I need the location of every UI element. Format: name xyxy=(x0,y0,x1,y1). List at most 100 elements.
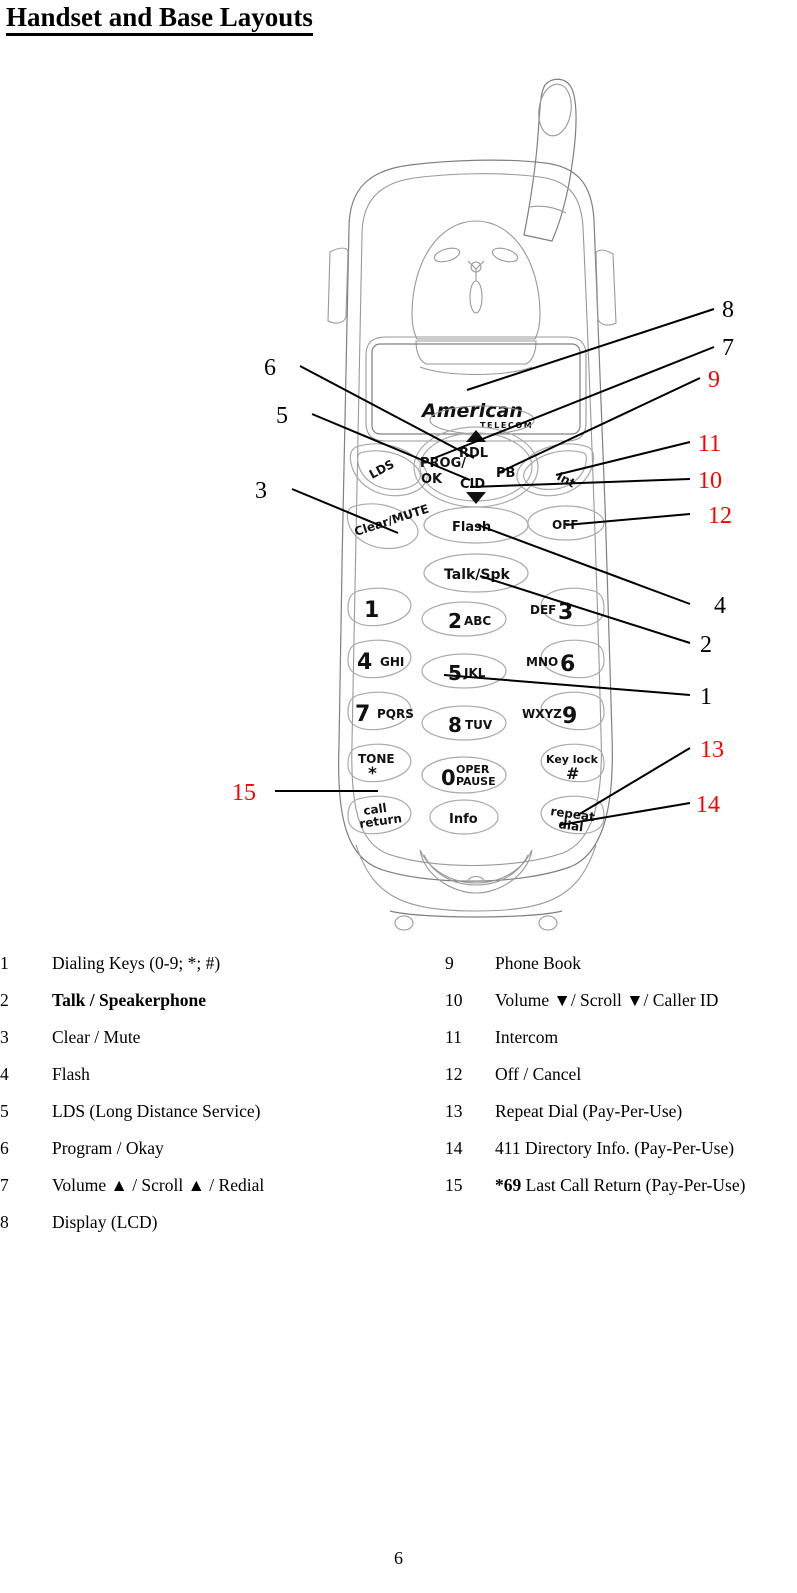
brand-name: American xyxy=(420,400,523,422)
legend-label: Program / Okay xyxy=(52,1138,164,1158)
key-4-digit: 4 xyxy=(357,650,372,675)
legend-row: 5 LDS (Long Distance Service) xyxy=(0,1101,430,1140)
button-cid-label: CID xyxy=(460,477,485,492)
button-lds: LDS xyxy=(349,443,428,497)
legend-label: Off / Cancel xyxy=(495,1064,582,1084)
legend-row: 2 Talk / Speakerphone xyxy=(0,990,430,1029)
key-1: 1 xyxy=(347,587,412,627)
key-0: 0 OPER PAUSE xyxy=(421,756,507,794)
button-talk-spk-label: Talk/Spk xyxy=(444,567,511,583)
button-info: Info xyxy=(429,799,499,835)
legend-label: Repeat Dial (Pay-Per-Use) xyxy=(495,1101,683,1121)
legend-row: 3 Clear / Mute xyxy=(0,1027,430,1066)
legend-label: Phone Book xyxy=(495,953,582,973)
page-number: 6 xyxy=(394,1548,403,1568)
key-5: 5 JKL xyxy=(421,653,507,689)
legend-column-right: 9 Phone Book 10 Volume ▼/ Scroll ▼/ Caller … xyxy=(440,953,797,1214)
brand-logo: American TELECOM xyxy=(420,400,535,435)
key-hash: Key lock # xyxy=(540,743,605,783)
callout-14: 14 xyxy=(696,792,720,818)
legend-number: 15 xyxy=(445,1175,463,1195)
scroll-down-arrow-icon xyxy=(466,492,486,504)
callout-8: 8 xyxy=(722,297,734,323)
leader-12 xyxy=(565,513,691,526)
legend-number: 4 xyxy=(0,1064,9,1084)
key-0-digit: 0 xyxy=(441,766,456,790)
microphone-grille xyxy=(419,849,533,894)
legend-label: Volume ▼/ Scroll ▼/ Caller ID xyxy=(495,990,719,1010)
legend-row: 9 Phone Book xyxy=(440,953,797,992)
leader-8 xyxy=(466,308,715,391)
legend-number: 8 xyxy=(0,1212,9,1232)
speaker-trefoil-icon xyxy=(433,247,519,314)
legend-number: 14 xyxy=(445,1138,463,1158)
key-7: 7 PQRS xyxy=(347,691,414,731)
button-clear-mute: Clear/MUTE xyxy=(346,502,431,550)
legend-number: 12 xyxy=(445,1064,463,1084)
key-3-letters: DEF xyxy=(530,603,556,617)
legend-row: 10 Volume ▼/ Scroll ▼/ Caller ID xyxy=(440,990,797,1029)
keypad: 1 2 ABC DEF 3 4 GHI 5 JKL MNO 6 7 PQRS 8… xyxy=(347,587,605,835)
legend-number: 13 xyxy=(445,1101,463,1121)
callout-4: 4 xyxy=(714,593,726,619)
callout-11: 11 xyxy=(698,431,721,457)
callout-10: 10 xyxy=(698,468,722,494)
key-6: MNO 6 xyxy=(526,639,605,679)
legend-label: 411 Directory Info. (Pay-Per-Use) xyxy=(495,1138,735,1158)
key-star: TONE * xyxy=(347,743,412,784)
leader-11 xyxy=(555,441,691,476)
legend-label: Talk / Speakerphone xyxy=(52,990,206,1010)
callout-2: 2 xyxy=(700,632,712,658)
handset-base xyxy=(355,844,597,931)
button-ok-label: OK xyxy=(421,472,443,487)
legend-number: 6 xyxy=(0,1138,9,1158)
key-8: 8 TUV xyxy=(421,705,507,741)
key-5-digit: 5 xyxy=(448,661,462,685)
legend-number: 10 xyxy=(445,990,463,1010)
button-info-label: Info xyxy=(449,812,478,827)
page-title: Handset and Base Layouts xyxy=(6,2,313,36)
key-9-letters: WXYZ xyxy=(522,707,562,721)
callout-3: 3 xyxy=(255,478,267,504)
antenna-icon xyxy=(523,78,577,242)
lcd-display xyxy=(365,336,587,442)
callout-7: 7 xyxy=(722,335,734,361)
leader-3 xyxy=(291,488,399,534)
key-hash-symbol: # xyxy=(566,764,579,783)
key-8-digit: 8 xyxy=(448,713,462,737)
key-9: WXYZ 9 xyxy=(522,691,605,731)
button-repeat-dial-line2: dial xyxy=(558,817,585,834)
legend-row: 1 Dialing Keys (0-9; *; #) xyxy=(0,953,430,992)
key-1-digit: 1 xyxy=(364,598,379,623)
key-6-letters: MNO xyxy=(526,655,558,669)
legend-number: 2 xyxy=(0,990,9,1010)
legend-label: Flash xyxy=(52,1064,90,1084)
legend-label: *69 Last Call Return (Pay-Per-Use) xyxy=(495,1175,746,1195)
control-cluster: LDS Int RDL CID PROG/ OK PB xyxy=(349,426,595,508)
key-6-digit: 6 xyxy=(560,652,575,677)
page-title-text: Handset and Base Layouts xyxy=(6,2,313,36)
legend-row: 14 411 Directory Info. (Pay-Per-Use) xyxy=(440,1138,797,1177)
earpiece-speaker xyxy=(411,220,541,375)
legend-label: LDS (Long Distance Service) xyxy=(52,1101,261,1121)
leader-2 xyxy=(479,575,691,644)
key-2-digit: 2 xyxy=(448,609,462,633)
callout-12: 12 xyxy=(708,503,732,529)
key-4: 4 GHI xyxy=(347,639,412,679)
key-7-letters: PQRS xyxy=(377,707,414,721)
callout-15: 15 xyxy=(232,780,256,806)
legend-number: 11 xyxy=(445,1027,462,1047)
callout-1: 1 xyxy=(700,684,712,710)
legend-number: 3 xyxy=(0,1027,9,1047)
key-8-letters: TUV xyxy=(465,718,493,732)
key-0-line2: PAUSE xyxy=(456,775,496,788)
legend-row: 12 Off / Cancel xyxy=(440,1064,797,1103)
legend-number: 1 xyxy=(0,953,9,973)
key-2: 2 ABC xyxy=(421,601,507,637)
scroll-up-arrow-icon xyxy=(466,430,486,442)
legend-label: Clear / Mute xyxy=(52,1027,141,1047)
key-2-letters: ABC xyxy=(464,614,491,628)
legend-number: 9 xyxy=(445,953,454,973)
callout-9: 9 xyxy=(708,367,720,393)
legend-label: Intercom xyxy=(495,1027,559,1047)
